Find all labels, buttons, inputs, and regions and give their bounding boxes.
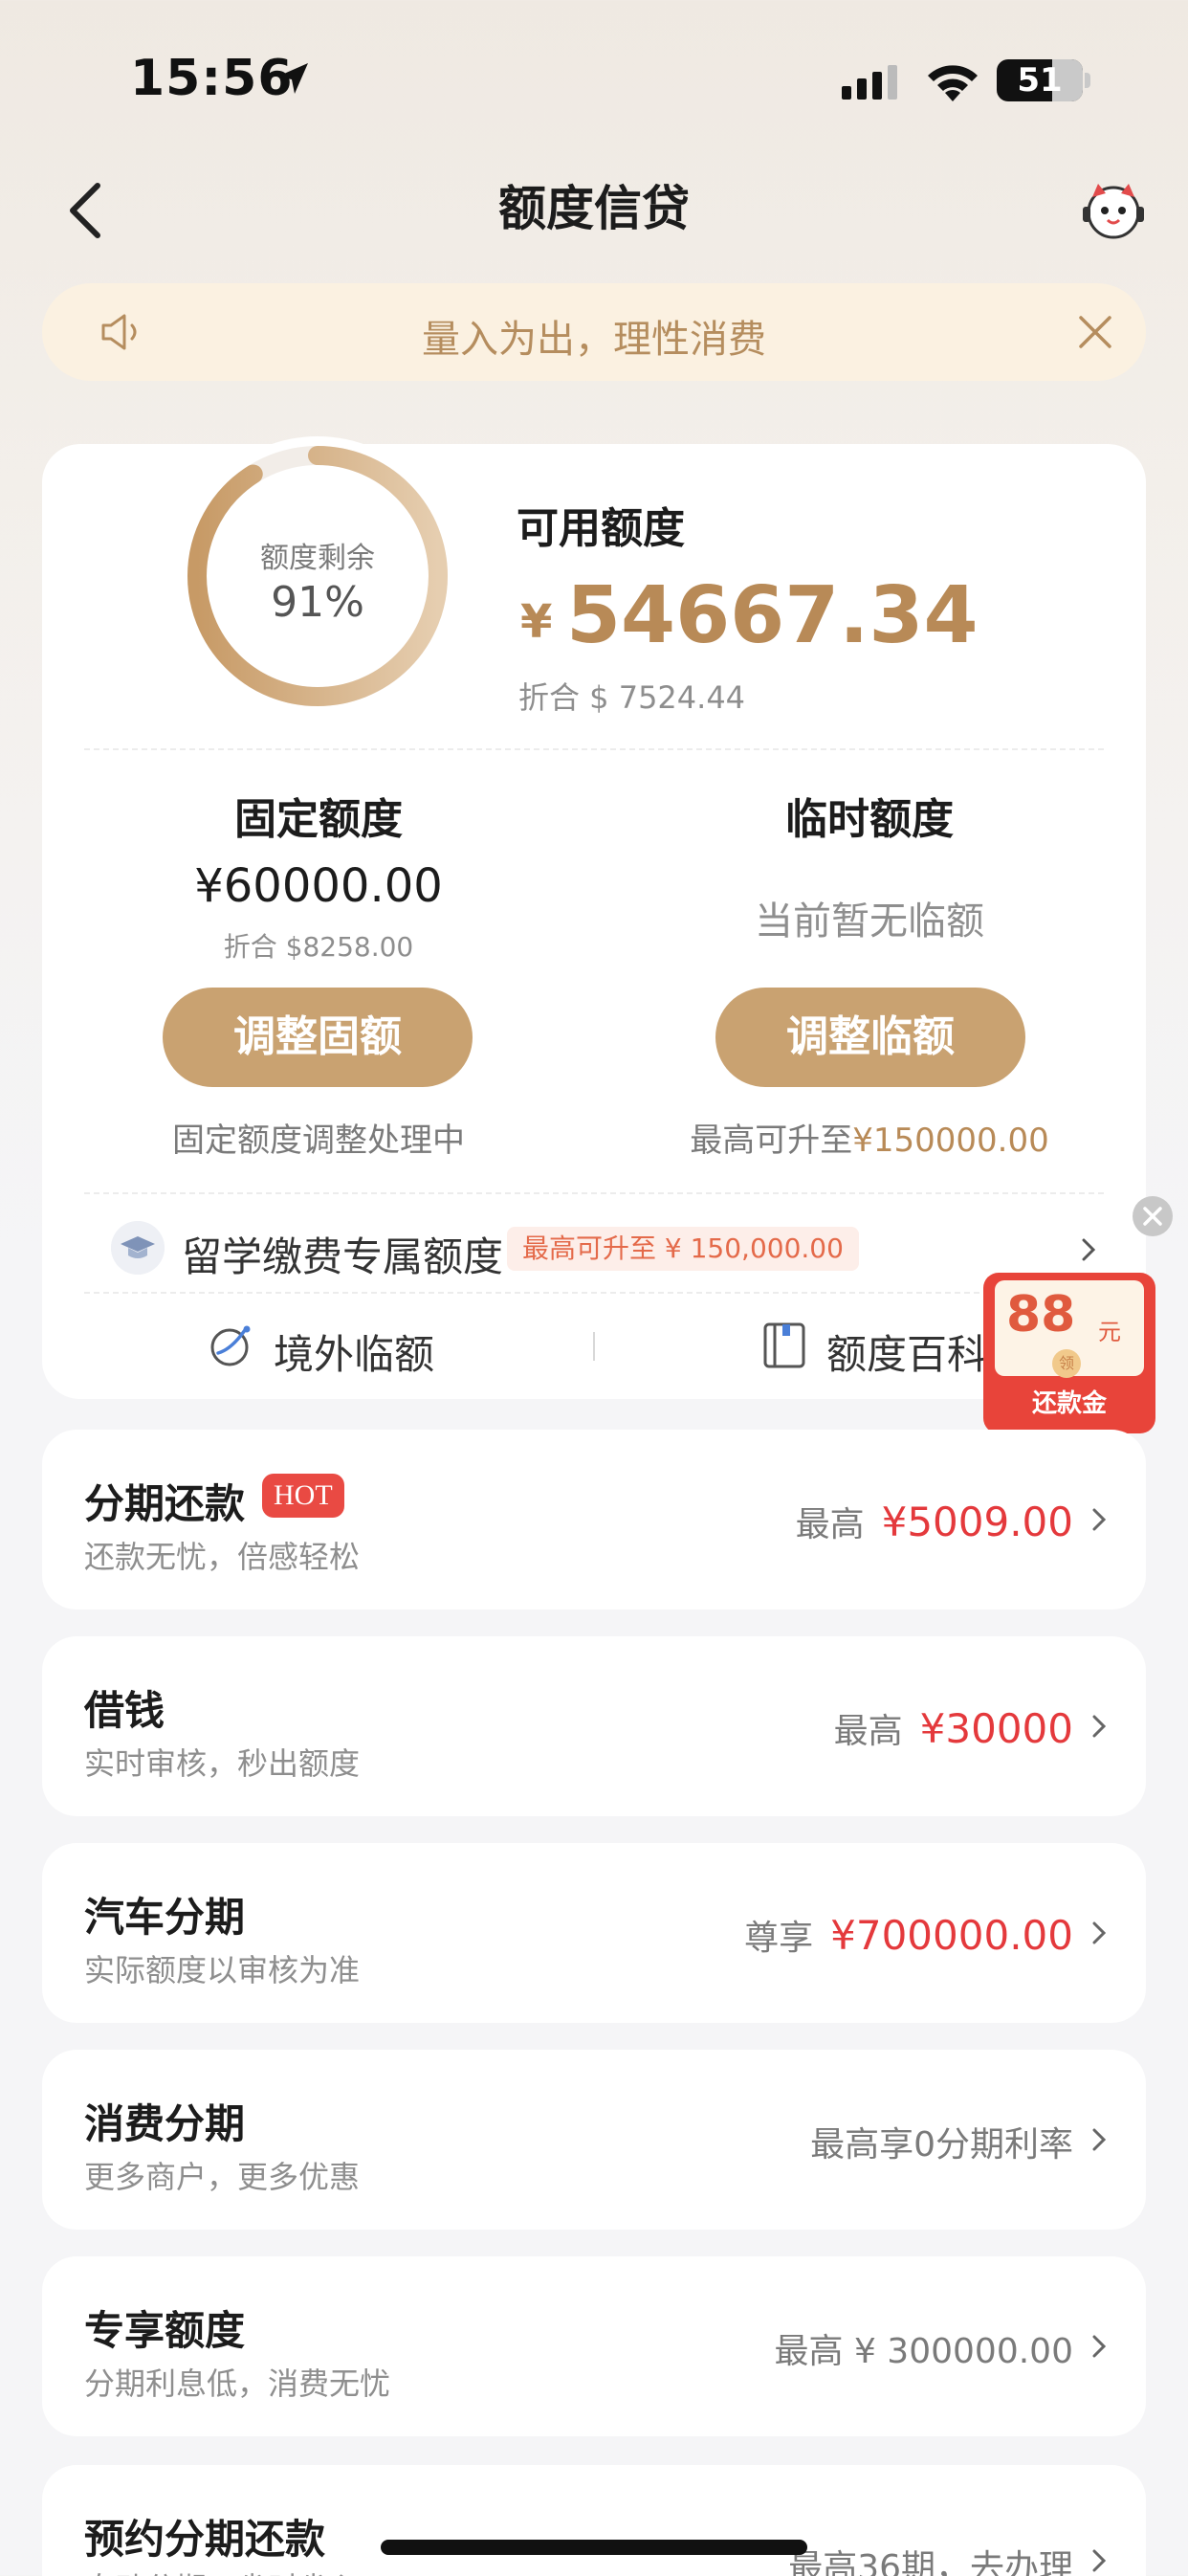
location-arrow-icon: [277, 63, 308, 94]
battery-icon: 51: [997, 59, 1083, 101]
remaining-ring: [187, 446, 448, 706]
available-currency: ¥: [520, 595, 553, 649]
divider: [84, 748, 1104, 750]
row-value: 最高 ¥5009.00: [796, 1497, 1073, 1546]
row-price: ¥700000.00: [830, 1912, 1073, 1959]
list-item-scheduled-installment[interactable]: 预约分期还款 自动分期，省时省心 最高36期，去办理: [42, 2465, 1146, 2576]
cellular-signal-icon: [842, 65, 897, 100]
available-amount: 54667.34: [566, 570, 979, 661]
hot-badge: HOT: [262, 1474, 344, 1518]
row-title: 分期还款: [84, 1480, 246, 1527]
row-title: 预约分期还款: [84, 2516, 326, 2563]
fixed-credit-amount: ¥60000.00: [194, 859, 443, 913]
chevron-right-icon: [1092, 2128, 1107, 2151]
credit-wiki-link[interactable]: 额度百科: [826, 1322, 987, 1381]
close-float-icon[interactable]: [1133, 1196, 1173, 1236]
temp-credit-status: 当前暂无临额: [755, 899, 984, 944]
row-title: 汽车分期: [84, 1894, 246, 1941]
list-item-exclusive-credit[interactable]: 专享额度 分期利息低，消费无忧 最高 ¥ 300000.00: [42, 2256, 1146, 2436]
row-title: 消费分期: [84, 2100, 246, 2147]
temp-credit-note: 最高可升至¥150000.00: [635, 1114, 1104, 1161]
battery-level: 51: [1017, 61, 1063, 100]
page-title: 额度信贷: [498, 181, 690, 236]
close-icon[interactable]: [1073, 310, 1117, 354]
coin-icon: 领: [1052, 1349, 1081, 1378]
vertical-divider: [593, 1332, 595, 1361]
chevron-right-icon: [1092, 2335, 1107, 2358]
row-subtitle: 还款无忧，倍感轻松: [84, 1539, 361, 1575]
temp-note-prefix: 最高可升至: [690, 1121, 853, 1160]
row-subtitle: 更多商户，更多优惠: [84, 2159, 361, 2195]
row-value: 最高 ¥ 300000.00: [775, 2323, 1073, 2373]
list-item-consumer-installment[interactable]: 消费分期 更多商户，更多优惠 最高享0分期利率: [42, 2050, 1146, 2230]
chevron-right-icon: [1092, 1715, 1107, 1738]
divider: [84, 1292, 1104, 1294]
row-prefix: 最高: [795, 1505, 865, 1544]
chevron-right-icon: [1092, 1921, 1107, 1944]
temp-note-amount: ¥150000.00: [852, 1121, 1049, 1160]
wifi-icon: [928, 65, 978, 101]
battery-cap: [1085, 73, 1090, 88]
home-indicator: [381, 2540, 807, 2555]
temp-credit-title: 临时额度: [785, 795, 954, 844]
graduation-cap-icon: [111, 1221, 165, 1275]
row-subtitle: 实际额度以审核为准: [84, 1952, 361, 1988]
row-title: 专享额度: [84, 2307, 246, 2354]
row-value: 最高36期，去办理: [788, 2540, 1073, 2576]
study-abroad-tag: 最高可升至 ¥ 150,000.00: [507, 1227, 859, 1271]
adjust-temp-button[interactable]: 调整临额: [715, 988, 1025, 1087]
available-credit-label: 可用额度: [517, 504, 685, 553]
row-subtitle: 自动分期，省时省心: [84, 2565, 360, 2576]
notice-text: 量入为出，理性消费: [422, 318, 766, 362]
chevron-right-icon: [1092, 1508, 1107, 1531]
row-value: 最高享0分期利率: [810, 2117, 1073, 2166]
customer-service-mascot-icon[interactable]: [1079, 176, 1148, 245]
chevron-right-icon: [1092, 2549, 1107, 2572]
envelope-unit: 元: [1098, 1319, 1121, 1345]
row-prefix: 最高36期，去办理: [788, 2548, 1073, 2576]
envelope-label: 还款金: [1031, 1389, 1107, 1418]
ring-label: 额度剩余: [260, 542, 375, 575]
list-item-installment-repay[interactable]: 分期还款 HOT 还款无忧，倍感轻松 最高 ¥5009.00: [42, 1430, 1146, 1610]
row-price: ¥5009.00: [881, 1499, 1073, 1545]
row-prefix: 最高: [833, 1712, 903, 1751]
row-subtitle: 实时审核，秒出额度: [84, 1745, 361, 1782]
envelope-amount: 88: [1006, 1286, 1076, 1344]
book-icon: [763, 1322, 805, 1368]
list-item-car-installment[interactable]: 汽车分期 实际额度以审核为准 尊享 ¥700000.00: [42, 1843, 1146, 2023]
fixed-credit-note: 固定额度调整处理中: [172, 1121, 465, 1160]
ring-percent: 91%: [271, 578, 364, 627]
row-prefix: 最高 ¥ 300000.00: [774, 2332, 1073, 2371]
row-prefix: 尊享: [744, 1919, 814, 1958]
adjust-fixed-button[interactable]: 调整固额: [163, 988, 473, 1087]
row-subtitle: 分期利息低，消费无忧: [84, 2365, 391, 2402]
chevron-right-icon[interactable]: [1079, 1236, 1098, 1263]
status-time: 15:56: [130, 50, 294, 107]
fixed-credit-usd: 折合 $8258.00: [223, 931, 414, 963]
list-item-borrow[interactable]: 借钱 实时审核，秒出额度 最高 ¥30000: [42, 1636, 1146, 1816]
notice-bar: 量入为出，理性消费: [42, 283, 1146, 381]
row-title: 借钱: [84, 1687, 165, 1734]
study-abroad-credit-label[interactable]: 留学缴费专属额度: [182, 1225, 503, 1283]
row-value: 尊享 ¥700000.00: [744, 1910, 1073, 1960]
row-price: ¥30000: [919, 1705, 1073, 1752]
available-usd: 折合 $ 7524.44: [518, 679, 746, 716]
overseas-temp-link[interactable]: 境外临额: [274, 1322, 434, 1381]
row-value: 最高 ¥30000: [834, 1703, 1073, 1753]
fixed-credit-title: 固定额度: [234, 795, 403, 844]
row-prefix: 最高享0分期利率: [810, 2125, 1073, 2165]
divider: [84, 1192, 1104, 1194]
overseas-globe-icon: [210, 1325, 251, 1366]
